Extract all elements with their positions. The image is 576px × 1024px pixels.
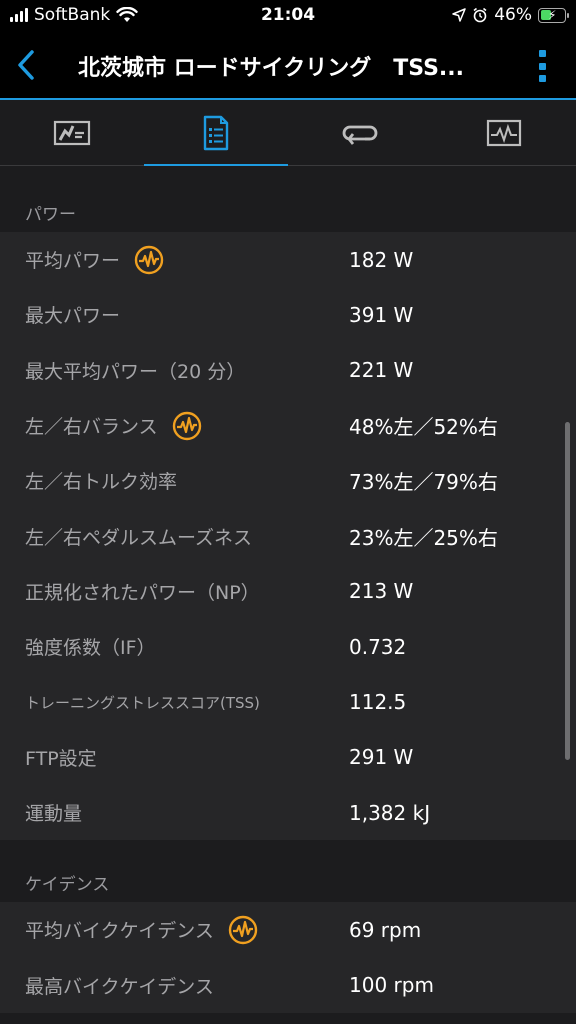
row-label: 最高バイクケイデンス bbox=[25, 975, 214, 998]
nav-header: 北茨城市 ロードサイクリング TSS... bbox=[0, 32, 576, 98]
row-label: 運動量 bbox=[25, 803, 83, 826]
row-label: FTP設定 bbox=[25, 747, 97, 770]
chevron-left-icon bbox=[18, 50, 34, 80]
row-value: 391 W bbox=[349, 302, 414, 327]
activity-graph-icon bbox=[486, 119, 522, 147]
row-value: 291 W bbox=[349, 745, 414, 770]
row-value: 1,382 kJ bbox=[349, 800, 431, 825]
section-power: 平均パワー 182 W 最大パワー 391 W 最大平均パワー（20 分） 22… bbox=[0, 232, 576, 841]
row-value: 69 rpm bbox=[349, 917, 422, 942]
row-label: 最大パワー bbox=[25, 305, 121, 328]
list-item: 正規化されたパワー（NP） 213 W bbox=[0, 564, 576, 619]
status-right: 46% ⚡ bbox=[452, 5, 569, 25]
row-label-wrap: 平均パワー bbox=[25, 245, 164, 275]
menu-dot bbox=[538, 62, 546, 70]
back-button[interactable] bbox=[8, 46, 44, 84]
section-gap bbox=[0, 166, 576, 192]
list-item: 左／右バランス 48%左／52%右 bbox=[0, 398, 576, 453]
row-value: 221 W bbox=[349, 358, 414, 383]
battery-icon: ⚡ bbox=[538, 7, 569, 23]
row-label: 平均パワー bbox=[25, 250, 121, 273]
section-cadence: 平均バイクケイデンス 69 rpm 最高バイクケイデンス 100 rpm bbox=[0, 902, 576, 1013]
row-value: 48%左／52%右 bbox=[349, 415, 498, 440]
row-value: 23%左／25%右 bbox=[349, 525, 498, 550]
section-header-power: パワー bbox=[0, 192, 576, 232]
details-content: パワー 平均パワー 182 W 最大パワー 391 W 最大平均パワー（20 分… bbox=[0, 166, 576, 1013]
row-value: 182 W bbox=[349, 247, 414, 272]
tab-laps[interactable] bbox=[288, 100, 432, 166]
row-value: 0.732 bbox=[349, 634, 407, 659]
row-value: 213 W bbox=[349, 579, 414, 604]
list-item: トレーニングストレススコア(TSS) 112.5 bbox=[0, 674, 576, 729]
alarm-icon bbox=[473, 7, 487, 23]
power-meter-icon[interactable] bbox=[172, 411, 202, 441]
row-value: 100 rpm bbox=[349, 973, 434, 998]
tab-bar bbox=[0, 100, 576, 167]
list-item: 最大平均パワー（20 分） 221 W bbox=[0, 343, 576, 398]
loop-icon bbox=[342, 125, 378, 145]
row-label: 強度係数（IF） bbox=[25, 637, 156, 660]
tab-graphs[interactable] bbox=[432, 100, 576, 166]
document-list-icon bbox=[203, 115, 229, 151]
list-item: 最大パワー 391 W bbox=[0, 287, 576, 342]
more-menu-button[interactable] bbox=[530, 46, 554, 86]
row-label: 最大平均パワー（20 分） bbox=[25, 360, 246, 383]
status-bar: SoftBank 21:04 46% ⚡ bbox=[0, 0, 576, 32]
menu-dot bbox=[538, 75, 546, 82]
row-label: 左／右ペダルスムーズネス bbox=[25, 526, 253, 549]
section-gap bbox=[0, 840, 576, 863]
list-item: 運動量 1,382 kJ bbox=[0, 785, 576, 840]
row-value: 112.5 bbox=[349, 690, 407, 715]
row-label: 平均バイクケイデンス bbox=[25, 920, 214, 943]
list-item: FTP設定 291 W bbox=[0, 730, 576, 785]
tab-overview[interactable] bbox=[0, 100, 144, 166]
section-header-cadence: ケイデンス bbox=[0, 862, 576, 903]
power-meter-icon[interactable] bbox=[134, 245, 164, 275]
battery-percent: 46% bbox=[494, 5, 532, 25]
menu-dot bbox=[538, 50, 546, 57]
location-icon bbox=[452, 8, 466, 22]
tab-details[interactable] bbox=[144, 100, 288, 167]
list-item: 左／右ペダルスムーズネス 23%左／25%右 bbox=[0, 508, 576, 563]
speed-chart-icon bbox=[53, 120, 91, 146]
row-label: 左／右バランス bbox=[25, 416, 158, 439]
scrollbar[interactable] bbox=[565, 422, 570, 760]
list-item: 平均パワー 182 W bbox=[0, 232, 576, 287]
list-item: 平均バイクケイデンス 69 rpm bbox=[0, 902, 576, 957]
row-label: トレーニングストレススコア(TSS) bbox=[25, 693, 260, 712]
row-label-wrap: 左／右バランス bbox=[25, 411, 202, 441]
row-label-wrap: 平均バイクケイデンス bbox=[25, 915, 258, 945]
row-value: 73%左／79%右 bbox=[349, 470, 498, 495]
power-meter-icon[interactable] bbox=[228, 915, 258, 945]
row-label: 正規化されたパワー（NP） bbox=[25, 581, 260, 604]
list-item: 左／右トルク効率 73%左／79%右 bbox=[0, 453, 576, 508]
row-label: 左／右トルク効率 bbox=[25, 471, 178, 494]
page-title: 北茨城市 ロードサイクリング TSS... bbox=[78, 56, 465, 81]
list-item: 強度係数（IF） 0.732 bbox=[0, 619, 576, 674]
list-item: 最高バイクケイデンス 100 rpm bbox=[0, 958, 576, 1013]
